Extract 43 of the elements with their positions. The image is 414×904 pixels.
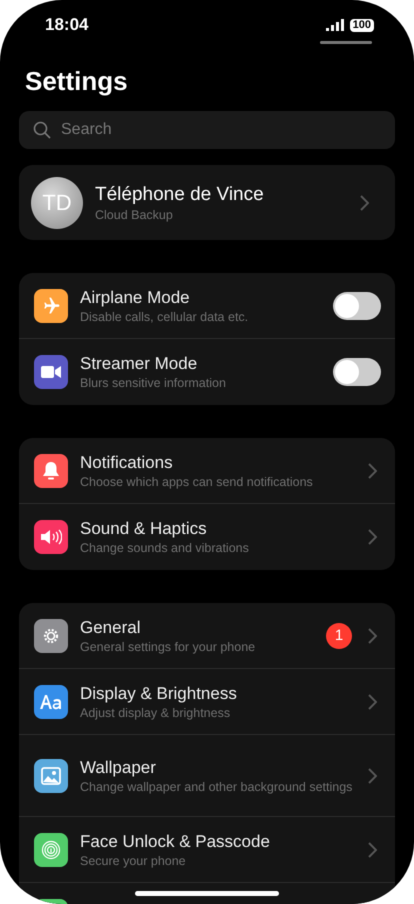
row-subtitle: Choose which apps can send notifications [80, 474, 314, 488]
row-title: Wallpaper [80, 758, 157, 778]
chevron-icon [368, 628, 377, 644]
settings-row[interactable]: Sound & Haptics Change sounds and vibrations [19, 504, 395, 570]
row-subtitle: Change sounds and vibrations [80, 541, 250, 555]
chevron-icon [368, 529, 377, 545]
profile-subtitle: Cloud Backup [95, 208, 174, 222]
row-title: Streamer Mode [80, 354, 198, 374]
chevron-icon [368, 842, 377, 858]
row-subtitle: Change wallpaper and other background settings [80, 780, 354, 794]
avatar: TD [31, 176, 83, 228]
profile-card[interactable]: TD Téléphone de Vince Cloud Backup [19, 165, 395, 240]
chevron-icon [368, 768, 377, 784]
row-title: Sound & Haptics [80, 519, 208, 539]
signal-icon [326, 19, 346, 31]
chevron-icon [360, 194, 369, 210]
chevron-icon [368, 694, 377, 710]
settings-row[interactable]: Display & Brightness Adjust display & brightness [19, 669, 395, 735]
page-title: Settings [25, 66, 129, 97]
row-title: General [80, 618, 142, 638]
row-title: Notifications [80, 452, 174, 472]
row-title: Display & Brightness [80, 684, 238, 704]
profile-name: Téléphone de Vince [95, 184, 265, 206]
row-title: Airplane Mode [80, 288, 191, 308]
toggle-switch[interactable] [333, 292, 381, 320]
row-subtitle: Adjust display & brightness [80, 706, 232, 720]
settings-row[interactable]: Streamer Mode Blurs sensitive information [19, 339, 395, 405]
settings-row[interactable]: Notifications Choose which apps can send notifications [19, 438, 395, 504]
row-title: Face Unlock & Passcode [80, 832, 271, 852]
settings-row[interactable]: General General settings for your phone 1 [19, 603, 395, 669]
row-subtitle: Disable calls, cellular data etc. [80, 310, 250, 324]
row-subtitle: Secure your phone [80, 854, 187, 868]
row-subtitle: Blurs sensitive information [80, 376, 227, 390]
toggle-switch[interactable] [333, 358, 381, 386]
battery-level: 100 [350, 18, 374, 32]
row-subtitle: General settings for your phone [80, 640, 256, 654]
settings-row[interactable]: Wallpaper Change wallpaper and other background settings [19, 735, 395, 817]
settings-row[interactable]: Face Unlock & Passcode Secure your phone [19, 817, 395, 883]
status-time: 18:04 [45, 15, 88, 35]
settings-row[interactable]: Airplane Mode Disable calls, cellular data etc. [19, 273, 395, 339]
notification-count: 1 [326, 622, 352, 648]
chevron-icon [368, 462, 377, 478]
search-field[interactable]: Search [19, 111, 395, 149]
